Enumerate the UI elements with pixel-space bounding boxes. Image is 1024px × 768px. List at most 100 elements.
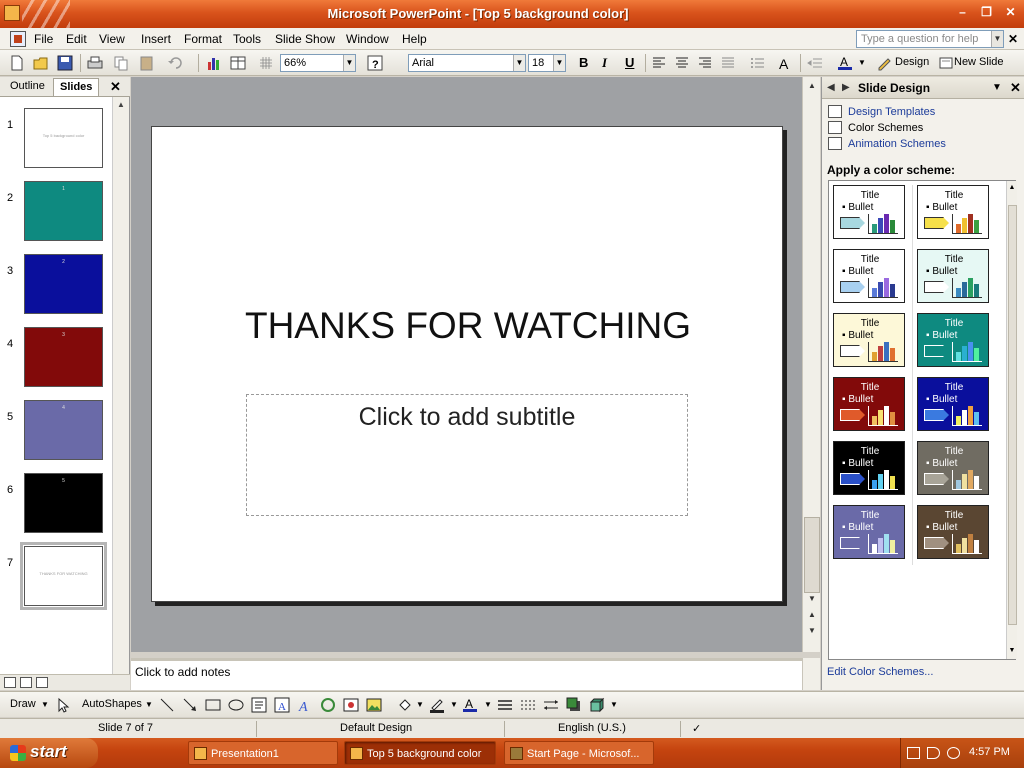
close-document-button[interactable]: ✕ [1008, 32, 1018, 46]
underline-button[interactable]: U [625, 55, 634, 70]
arrow-style-icon[interactable] [542, 696, 560, 714]
print-icon[interactable] [86, 54, 104, 72]
slide-thumbnail[interactable]: 4 [24, 400, 103, 460]
slide-show-view-icon[interactable] [36, 677, 48, 688]
zoom-select[interactable]: 66% ▼ [280, 54, 356, 72]
open-folder-icon[interactable] [32, 54, 50, 72]
subtitle-placeholder[interactable]: Click to add subtitle [247, 403, 687, 432]
color-schemes-link[interactable]: Color Schemes [848, 122, 923, 134]
bold-button[interactable]: B [579, 55, 588, 70]
animation-schemes-link[interactable]: Animation Schemes [848, 138, 946, 150]
show-grid-icon[interactable] [257, 54, 275, 72]
design-button[interactable]: Design [895, 56, 929, 68]
taskbar-item-top5[interactable]: Top 5 background color [344, 741, 496, 765]
scroll-up-icon[interactable]: ▲ [1007, 182, 1017, 194]
document-icon[interactable] [10, 31, 26, 47]
save-icon[interactable] [56, 54, 74, 72]
start-button[interactable]: start [0, 738, 98, 768]
color-scheme-option[interactable]: Title ▪ Bullet [833, 185, 905, 239]
justify-icon[interactable] [719, 54, 737, 72]
slide-thumbnail[interactable]: 2 [24, 254, 103, 314]
slide-canvas[interactable]: THANKS FOR WATCHING Click to add subtitl… [151, 126, 783, 602]
color-scheme-option[interactable]: Title ▪ Bullet [833, 249, 905, 303]
gallery-scrollbar[interactable]: ▲ ▼ [1006, 181, 1017, 659]
slide-thumbnail[interactable]: 5 [24, 473, 103, 533]
menu-edit[interactable]: Edit [66, 32, 87, 46]
new-slide-icon[interactable] [937, 54, 955, 72]
chevron-down-icon[interactable]: ▼ [553, 55, 565, 71]
chevron-down-icon[interactable]: ▼ [858, 58, 866, 67]
fill-color-icon[interactable] [396, 696, 414, 714]
notes-pane[interactable]: Click to add notes [131, 658, 802, 690]
slide-title[interactable]: THANKS FOR WATCHING [152, 305, 784, 347]
align-right-icon[interactable] [696, 54, 714, 72]
menu-tools[interactable]: Tools [233, 32, 261, 46]
color-scheme-option[interactable]: Title ▪ Bullet [917, 249, 989, 303]
font-size-select[interactable]: 18 ▼ [528, 54, 566, 72]
chevron-down-icon[interactable]: ▼ [145, 700, 153, 709]
design-templates-link[interactable]: Design Templates [848, 106, 935, 118]
color-scheme-option[interactable]: Title ▪ Bullet [917, 377, 989, 431]
help-icon[interactable]: ? [366, 54, 384, 72]
scroll-down-icon[interactable]: ▼ [1007, 645, 1017, 657]
autoshapes-menu-button[interactable]: AutoShapes [82, 698, 142, 710]
taskbar-item-presentation1[interactable]: Presentation1 [188, 741, 338, 765]
ask-question-input[interactable]: Type a question for help ▼ [856, 30, 1004, 48]
menu-format[interactable]: Format [184, 32, 222, 46]
align-left-icon[interactable] [650, 54, 668, 72]
scroll-up-icon[interactable]: ▲ [806, 80, 818, 92]
scrollbar-thumb[interactable] [1008, 205, 1017, 625]
insert-chart-icon[interactable] [205, 54, 223, 72]
scrollbar-thumb[interactable] [804, 517, 820, 593]
slide-design-icon[interactable] [876, 54, 894, 72]
forward-icon[interactable]: ▶ [842, 82, 850, 93]
menu-insert[interactable]: Insert [141, 32, 171, 46]
scroll-up-icon[interactable]: ▲ [115, 99, 127, 111]
color-scheme-option[interactable]: Title ▪ Bullet [833, 441, 905, 495]
diagram-icon[interactable]: A [296, 696, 314, 714]
chevron-down-icon[interactable]: ▼ [610, 700, 618, 709]
menu-view[interactable]: View [99, 32, 125, 46]
color-scheme-option[interactable]: Title ▪ Bullet [917, 505, 989, 559]
spelling-icon[interactable]: ✓ [692, 722, 701, 735]
volume-icon[interactable] [927, 747, 940, 759]
slide-scrollbar[interactable]: ▲ ▼ ▲ ▼ [802, 77, 820, 652]
paste-icon[interactable] [138, 54, 156, 72]
tab-outline[interactable]: Outline [10, 80, 45, 92]
clip-art-icon[interactable] [319, 696, 337, 714]
undo-icon[interactable] [166, 54, 184, 72]
font-color-icon[interactable]: A [836, 54, 854, 72]
chevron-down-icon[interactable]: ▼ [992, 82, 1002, 93]
line-icon[interactable] [158, 696, 176, 714]
insert-table-icon[interactable] [229, 54, 247, 72]
color-scheme-option[interactable]: Title ▪ Bullet [917, 313, 989, 367]
menu-slide-show[interactable]: Slide Show [275, 32, 335, 46]
text-box-icon[interactable] [250, 696, 268, 714]
increase-font-size-icon[interactable]: A [777, 54, 795, 72]
draw-menu-button[interactable]: Draw [10, 698, 36, 710]
dash-style-icon[interactable] [519, 696, 537, 714]
notes-scrollbar[interactable] [802, 658, 820, 690]
insert-picture-icon[interactable] [342, 696, 360, 714]
slide-thumbnail[interactable]: 1 [24, 181, 103, 241]
chevron-down-icon[interactable]: ▼ [343, 55, 355, 71]
decrease-indent-icon[interactable] [806, 54, 824, 72]
chevron-down-icon[interactable]: ▼ [991, 31, 1003, 47]
slide-sorter-view-icon[interactable] [20, 677, 32, 688]
copy-icon[interactable] [112, 54, 130, 72]
tab-slides[interactable]: Slides [53, 78, 100, 96]
arrow-icon[interactable] [181, 696, 199, 714]
previous-slide-icon[interactable]: ▲ [806, 609, 818, 621]
wordart-icon[interactable]: A [273, 696, 291, 714]
chevron-down-icon[interactable]: ▼ [513, 55, 525, 71]
oval-icon[interactable] [227, 696, 245, 714]
keyboard-icon[interactable] [907, 747, 920, 759]
menu-file[interactable]: File [34, 32, 53, 46]
color-scheme-option[interactable]: Title ▪ Bullet [833, 313, 905, 367]
normal-view-icon[interactable] [4, 677, 16, 688]
new-document-icon[interactable] [8, 54, 26, 72]
font-color-icon[interactable]: A [461, 696, 479, 714]
edit-color-schemes-link[interactable]: Edit Color Schemes... [827, 666, 933, 678]
taskbar-item-start-page[interactable]: Start Page - Microsof... [504, 741, 654, 765]
image-icon[interactable] [365, 696, 383, 714]
